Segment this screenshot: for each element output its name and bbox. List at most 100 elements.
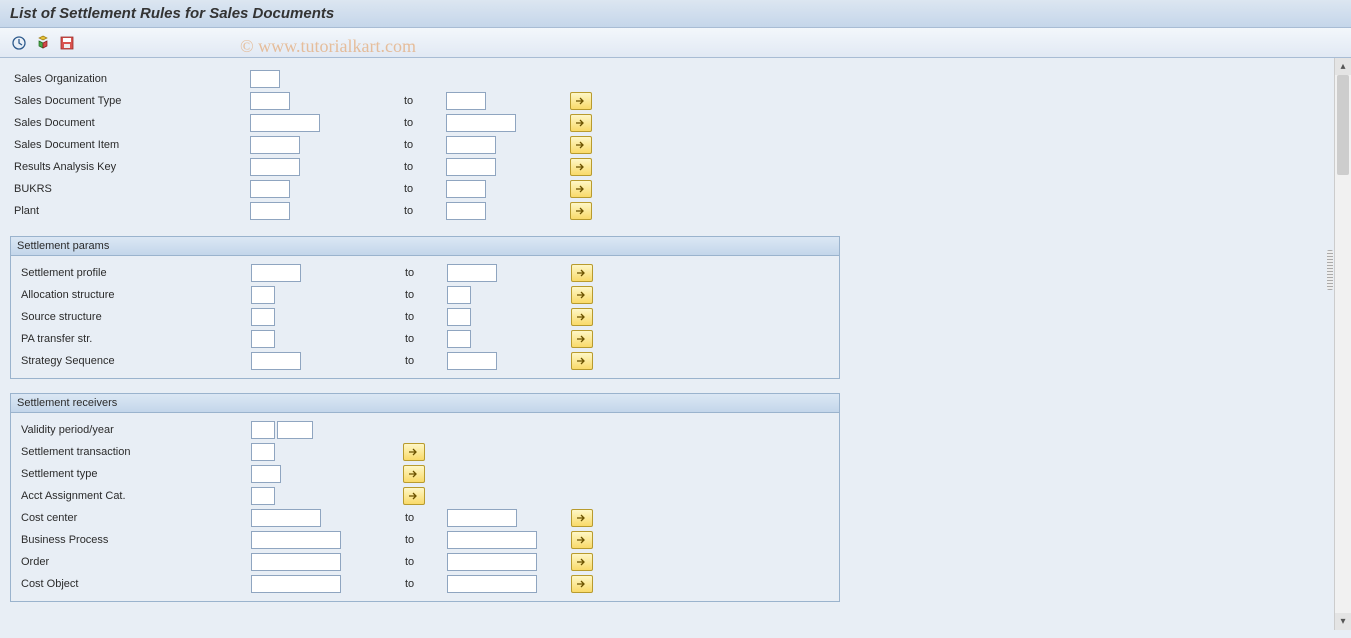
- multi-select-button[interactable]: [571, 531, 593, 549]
- input-validity-year[interactable]: [277, 421, 313, 439]
- clock-icon: [11, 35, 27, 51]
- to-label: to: [403, 333, 447, 345]
- page-title: List of Settlement Rules for Sales Docum…: [10, 5, 334, 22]
- scroll-down-button[interactable]: ▾: [1335, 613, 1351, 630]
- input-strategy-from[interactable]: [251, 352, 301, 370]
- input-sales-doc-to[interactable]: [446, 114, 516, 132]
- input-bukrs-to[interactable]: [446, 180, 486, 198]
- splitter-grip[interactable]: [1327, 250, 1333, 290]
- multi-select-button[interactable]: [571, 553, 593, 571]
- label-acct-assign: Acct Assignment Cat.: [11, 490, 251, 502]
- input-ra-key-to[interactable]: [446, 158, 496, 176]
- to-label: to: [403, 267, 447, 279]
- row-source-struct: Source structure to: [11, 306, 839, 328]
- input-cost-center-to[interactable]: [447, 509, 517, 527]
- input-biz-process-from[interactable]: [251, 531, 341, 549]
- multi-select-button[interactable]: [403, 487, 425, 505]
- input-strategy-to[interactable]: [447, 352, 497, 370]
- input-sales-doc-from[interactable]: [250, 114, 320, 132]
- row-settle-type: Settlement type: [11, 463, 839, 485]
- row-pa-transfer: PA transfer str. to: [11, 328, 839, 350]
- input-source-struct-from[interactable]: [251, 308, 275, 326]
- scroll-thumb[interactable]: [1337, 75, 1349, 175]
- input-cost-object-from[interactable]: [251, 575, 341, 593]
- group-header-settlement-receivers: Settlement receivers: [11, 394, 839, 413]
- title-bar: List of Settlement Rules for Sales Docum…: [0, 0, 1351, 28]
- input-cost-object-to[interactable]: [447, 575, 537, 593]
- input-plant-to[interactable]: [446, 202, 486, 220]
- input-settle-profile-to[interactable]: [447, 264, 497, 282]
- get-variant-button[interactable]: [34, 34, 52, 52]
- row-bukrs: BUKRS to: [10, 178, 1333, 200]
- arrow-right-icon: [408, 447, 420, 457]
- row-validity: Validity period/year: [11, 419, 839, 441]
- to-label: to: [403, 512, 447, 524]
- input-sales-doc-item-to[interactable]: [446, 136, 496, 154]
- input-cost-center-from[interactable]: [251, 509, 321, 527]
- multi-select-button[interactable]: [571, 264, 593, 282]
- multi-select-button[interactable]: [570, 180, 592, 198]
- row-order: Order to: [11, 551, 839, 573]
- input-settle-profile-from[interactable]: [251, 264, 301, 282]
- cubes-icon: [35, 35, 51, 51]
- multi-select-button[interactable]: [403, 443, 425, 461]
- input-sales-org[interactable]: [250, 70, 280, 88]
- input-alloc-struct-from[interactable]: [251, 286, 275, 304]
- multi-select-button[interactable]: [571, 352, 593, 370]
- label-sales-doc-type: Sales Document Type: [10, 95, 250, 107]
- to-label: to: [402, 161, 446, 173]
- input-order-from[interactable]: [251, 553, 341, 571]
- input-alloc-struct-to[interactable]: [447, 286, 471, 304]
- multi-select-button[interactable]: [570, 202, 592, 220]
- multi-select-button[interactable]: [570, 136, 592, 154]
- to-label: to: [403, 578, 447, 590]
- multi-select-button[interactable]: [571, 286, 593, 304]
- input-settle-type[interactable]: [251, 465, 281, 483]
- arrow-right-icon: [576, 268, 588, 278]
- input-source-struct-to[interactable]: [447, 308, 471, 326]
- label-order: Order: [11, 556, 251, 568]
- vertical-scrollbar[interactable]: ▴ ▾: [1334, 58, 1351, 630]
- multi-select-button[interactable]: [570, 92, 592, 110]
- to-label: to: [402, 117, 446, 129]
- input-acct-assign[interactable]: [251, 487, 275, 505]
- input-bukrs-from[interactable]: [250, 180, 290, 198]
- multi-select-button[interactable]: [403, 465, 425, 483]
- input-pa-transfer-from[interactable]: [251, 330, 275, 348]
- row-sales-doc-item: Sales Document Item to: [10, 134, 1333, 156]
- input-biz-process-to[interactable]: [447, 531, 537, 549]
- input-ra-key-from[interactable]: [250, 158, 300, 176]
- input-validity-period[interactable]: [251, 421, 275, 439]
- arrow-right-icon: [575, 118, 587, 128]
- arrow-right-icon: [575, 206, 587, 216]
- input-order-to[interactable]: [447, 553, 537, 571]
- label-plant: Plant: [10, 205, 250, 217]
- arrow-right-icon: [576, 312, 588, 322]
- multi-select-button[interactable]: [570, 158, 592, 176]
- execute-button[interactable]: [10, 34, 28, 52]
- row-settle-trans: Settlement transaction: [11, 441, 839, 463]
- row-settle-profile: Settlement profile to: [11, 262, 839, 284]
- arrow-right-icon: [575, 96, 587, 106]
- row-acct-assign: Acct Assignment Cat.: [11, 485, 839, 507]
- content-area: Sales Organization Sales Document Type t…: [0, 58, 1333, 630]
- input-sales-doc-item-from[interactable]: [250, 136, 300, 154]
- save-variant-button[interactable]: [58, 34, 76, 52]
- input-pa-transfer-to[interactable]: [447, 330, 471, 348]
- row-alloc-struct: Allocation structure to: [11, 284, 839, 306]
- arrow-right-icon: [576, 579, 588, 589]
- multi-select-button[interactable]: [571, 330, 593, 348]
- row-strategy: Strategy Sequence to: [11, 350, 839, 372]
- input-plant-from[interactable]: [250, 202, 290, 220]
- input-sales-doc-type-to[interactable]: [446, 92, 486, 110]
- scroll-up-button[interactable]: ▴: [1335, 58, 1351, 75]
- input-sales-doc-type-from[interactable]: [250, 92, 290, 110]
- multi-select-button[interactable]: [571, 575, 593, 593]
- input-settle-trans[interactable]: [251, 443, 275, 461]
- to-label: to: [403, 534, 447, 546]
- row-biz-process: Business Process to: [11, 529, 839, 551]
- multi-select-button[interactable]: [571, 308, 593, 326]
- multi-select-button[interactable]: [570, 114, 592, 132]
- to-label: to: [403, 556, 447, 568]
- multi-select-button[interactable]: [571, 509, 593, 527]
